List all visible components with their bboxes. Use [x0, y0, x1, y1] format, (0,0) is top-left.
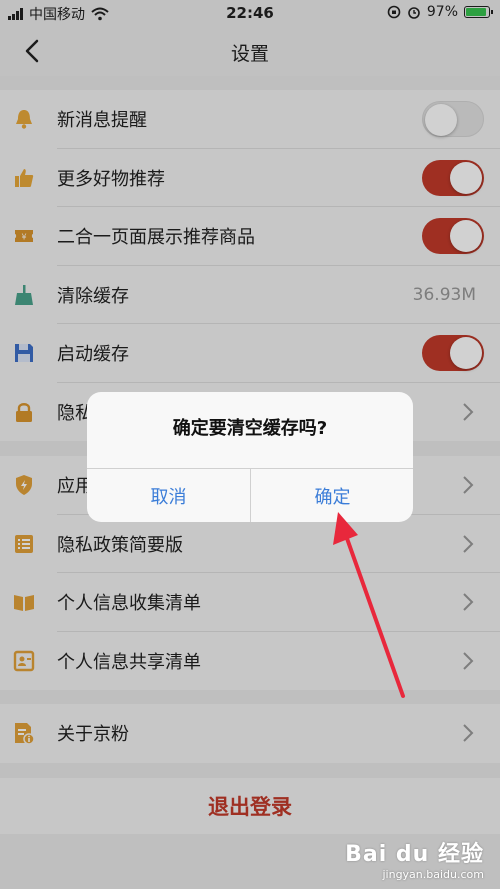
clear-cache-dialog: 确定要清空缓存吗? 取消 确定: [87, 392, 413, 522]
cancel-button[interactable]: 取消: [87, 469, 250, 522]
confirm-button[interactable]: 确定: [251, 469, 413, 522]
baidu-watermark: Bai du 经验 jingyan.baidu.com: [345, 836, 484, 881]
dialog-title: 确定要清空缓存吗?: [172, 418, 328, 439]
watermark-logo: Bai du 经验: [345, 842, 484, 867]
watermark-url: jingyan.baidu.com: [382, 868, 484, 881]
